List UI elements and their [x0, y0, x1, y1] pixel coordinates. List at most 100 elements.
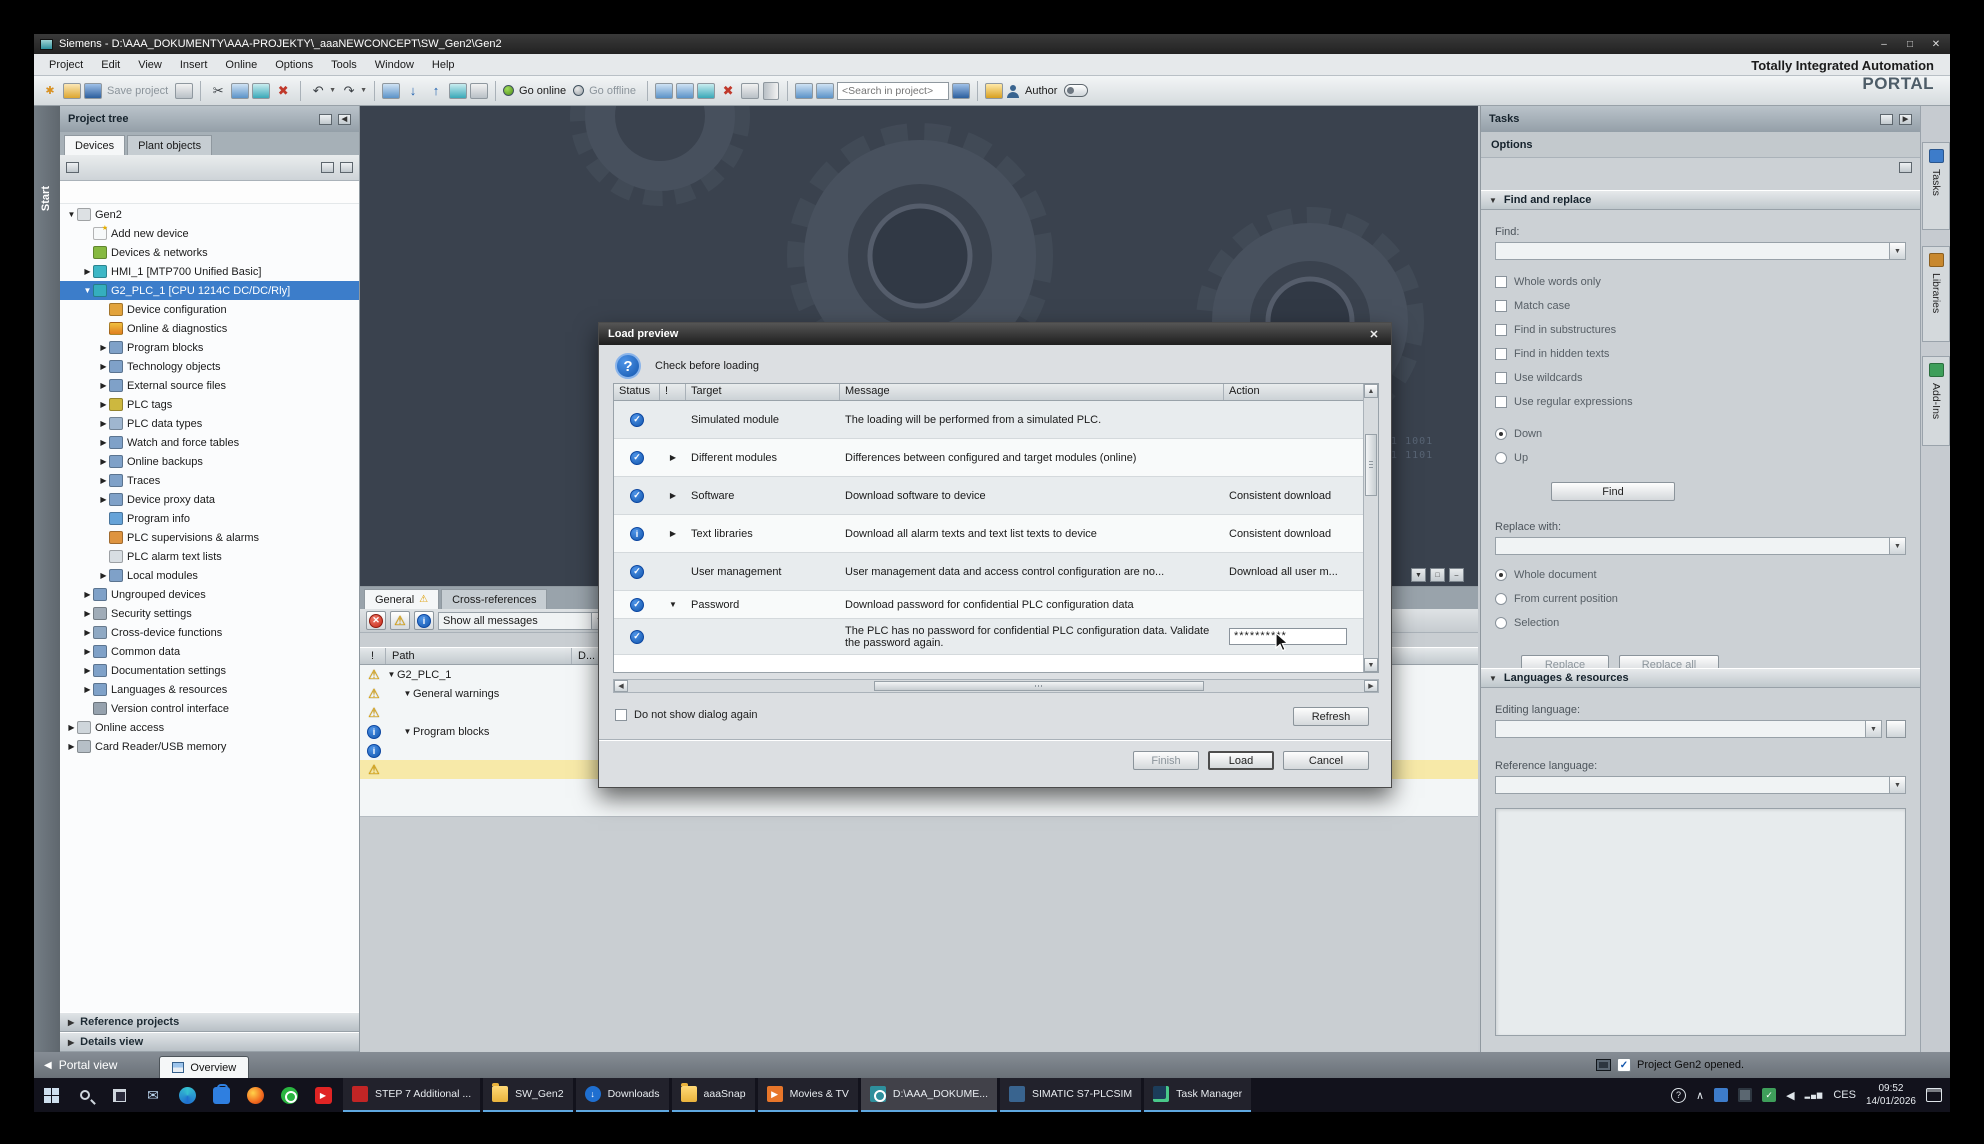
tab-devices[interactable]: Devices [64, 135, 125, 155]
expand-icon[interactable]: ▶ [98, 438, 109, 447]
tab-cross-references[interactable]: Cross-references [441, 589, 547, 609]
taskbar-app-aaasnap[interactable]: aaaSnap [672, 1078, 755, 1112]
pinned-store[interactable] [204, 1078, 238, 1112]
tray-app-icon[interactable] [1714, 1088, 1728, 1102]
tree-filter-icon[interactable] [66, 162, 79, 173]
tree-item-plc-tags[interactable]: ▶PLC tags [60, 395, 359, 414]
tree-item-cross-device-functions[interactable]: ▶Cross-device functions [60, 623, 359, 642]
menu-item-window[interactable]: Window [366, 54, 423, 75]
column-view-icon[interactable] [321, 162, 334, 173]
copy-icon[interactable] [231, 83, 249, 99]
expand-icon[interactable]: ▶ [660, 439, 686, 476]
scroll-up-icon[interactable]: ▲ [1364, 384, 1378, 398]
cut-icon[interactable]: ✂ [208, 81, 228, 101]
tree-item-documentation-settings[interactable]: ▶Documentation settings [60, 661, 359, 680]
minimize-button[interactable]: – [1876, 39, 1892, 50]
tree-item-gen2[interactable]: ▼Gen2 [60, 205, 359, 224]
expand-icon[interactable]: ▶ [82, 647, 93, 656]
collapse-icon[interactable]: ▼ [66, 210, 77, 219]
radio-button[interactable] [1495, 428, 1507, 440]
filter-warnings-button[interactable]: ⚠ [390, 611, 410, 630]
options-settings-icon[interactable] [1899, 162, 1912, 173]
redo-dropdown-icon[interactable]: ▼ [360, 87, 367, 94]
paste-icon[interactable] [252, 83, 270, 99]
col-path[interactable]: Path [386, 648, 572, 664]
undo-dropdown-icon[interactable]: ▼ [329, 87, 336, 94]
save-project-icon[interactable] [84, 83, 102, 99]
tree-item-online-backups[interactable]: ▶Online backups [60, 452, 359, 471]
checkbox-whole-words[interactable]: Whole words only [1495, 270, 1906, 294]
delete-icon[interactable]: ✖ [273, 81, 293, 101]
checkbox-box[interactable] [1495, 276, 1507, 288]
radio-from-current[interactable]: From current position [1495, 587, 1906, 611]
taskbar-app-movies-tv[interactable]: ▶Movies & TV [758, 1078, 858, 1112]
tree-item-device-proxy-data[interactable]: ▶Device proxy data [60, 490, 359, 509]
search-input[interactable] [837, 82, 949, 100]
side-tab-libraries[interactable]: Libraries [1922, 246, 1950, 342]
chevron-down-icon[interactable]: ▼ [1889, 777, 1905, 793]
taskbar-app-task-manager[interactable]: Task Manager [1144, 1078, 1251, 1112]
col-status[interactable]: Status [614, 384, 660, 400]
collapse-panel-icon[interactable]: ◀ [338, 114, 351, 125]
expand-icon[interactable]: ▶ [98, 476, 109, 485]
key-icon[interactable] [985, 83, 1003, 99]
panel-maximize-icon[interactable]: □ [1430, 568, 1445, 582]
message-filter-dropdown[interactable]: Show all messages ▼ [438, 612, 608, 630]
scroll-left-icon[interactable]: ◀ [614, 680, 628, 692]
load-row-different-modules[interactable]: ✓ ▶ Different modules Differences betwee… [614, 439, 1378, 477]
login-toggle[interactable] [1064, 84, 1088, 97]
cancel-action-icon[interactable]: ✖ [718, 81, 738, 101]
tree-item-ungrouped-devices[interactable]: ▶Ungrouped devices [60, 585, 359, 604]
start-cpu-icon[interactable] [449, 83, 467, 99]
menu-item-project[interactable]: Project [40, 54, 92, 75]
tray-security-icon[interactable]: ✓ [1762, 1088, 1776, 1102]
checkbox-box[interactable] [1495, 348, 1507, 360]
auto-collapse-icon[interactable] [319, 114, 332, 125]
tree-item-plc-supervisions-alarms[interactable]: PLC supervisions & alarms [60, 528, 359, 547]
expand-icon[interactable]: ▶ [98, 381, 109, 390]
help-icon[interactable]: ? [1671, 1088, 1686, 1103]
menu-item-insert[interactable]: Insert [171, 54, 217, 75]
checkbox-find-substructures[interactable]: Find in substructures [1495, 318, 1906, 342]
menu-item-online[interactable]: Online [216, 54, 266, 75]
tree-item-traces[interactable]: ▶Traces [60, 471, 359, 490]
diagram-view-icon[interactable] [340, 162, 353, 173]
collapse-icon[interactable]: ▼ [660, 591, 686, 618]
auto-collapse-icon[interactable] [1880, 114, 1893, 125]
collapse-icon[interactable]: ▼ [402, 727, 413, 736]
tree-item-version-control-interface[interactable]: Version control interface [60, 699, 359, 718]
action-select[interactable]: Consistent download [1224, 477, 1364, 514]
find-input[interactable]: ▼ [1495, 242, 1906, 260]
load-row-password-validate[interactable]: ✓ The PLC has no password for confidenti… [614, 619, 1378, 655]
menu-item-tools[interactable]: Tools [322, 54, 366, 75]
checkbox-box[interactable] [615, 709, 627, 721]
side-tab-add-ins[interactable]: Add-Ins [1922, 356, 1950, 446]
load-row-password[interactable]: ✓ ▼ Password Download password for confi… [614, 591, 1378, 619]
find-button[interactable]: Find [1551, 482, 1675, 501]
tab-general[interactable]: General ⚠ [364, 589, 439, 609]
tree-item-program-blocks[interactable]: ▶Program blocks [60, 338, 359, 357]
close-button[interactable]: ✕ [1928, 39, 1944, 50]
side-tab-tasks[interactable]: Tasks [1922, 142, 1950, 230]
tree-item-add-new-device[interactable]: Add new device [60, 224, 359, 243]
col-exclamation[interactable]: ! [660, 384, 686, 400]
menu-item-help[interactable]: Help [423, 54, 464, 75]
chevron-down-icon[interactable]: ▼ [1889, 538, 1905, 554]
load-row-user-management[interactable]: ✓ User management User management data a… [614, 553, 1378, 591]
scroll-right-icon[interactable]: ▶ [1364, 680, 1378, 692]
download-to-device-icon[interactable]: ↓ [403, 81, 423, 101]
filter-errors-button[interactable]: ✕ [366, 611, 386, 630]
load-button[interactable]: Load [1208, 751, 1274, 770]
dialog-close-button[interactable]: ✕ [1366, 328, 1382, 341]
maximize-button[interactable]: □ [1902, 39, 1918, 50]
open-project-icon[interactable] [63, 83, 81, 99]
collapse-icon[interactable]: ▼ [402, 689, 413, 698]
pinned-edge[interactable] [170, 1078, 204, 1112]
finish-button[interactable]: Finish [1133, 751, 1199, 770]
split-editor-vertical-icon[interactable] [763, 82, 779, 100]
menu-item-options[interactable]: Options [266, 54, 322, 75]
tree-item-card-reader-usb-memory[interactable]: ▶Card Reader/USB memory [60, 737, 359, 756]
tab-plant-objects[interactable]: Plant objects [127, 135, 212, 155]
tree-item-g2-plc-1[interactable]: ▼G2_PLC_1 [CPU 1214C DC/DC/Rly] [60, 281, 359, 300]
print-icon[interactable] [175, 83, 193, 99]
